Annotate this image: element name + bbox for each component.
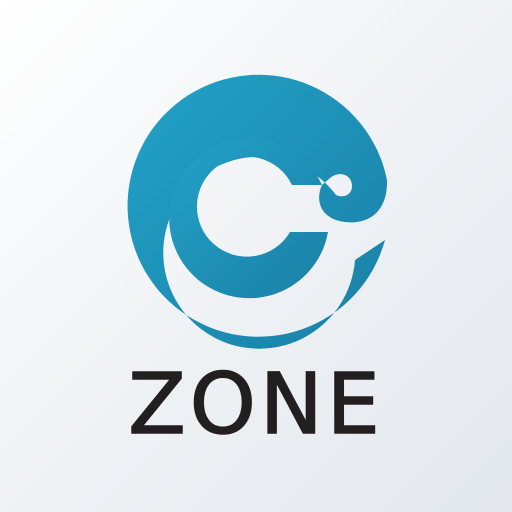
logo-outer-ring <box>127 74 388 349</box>
app-name-wordmark: ZONE <box>127 354 384 454</box>
logo-inner-c <box>169 138 328 299</box>
app-icon: ZONE <box>0 0 512 512</box>
